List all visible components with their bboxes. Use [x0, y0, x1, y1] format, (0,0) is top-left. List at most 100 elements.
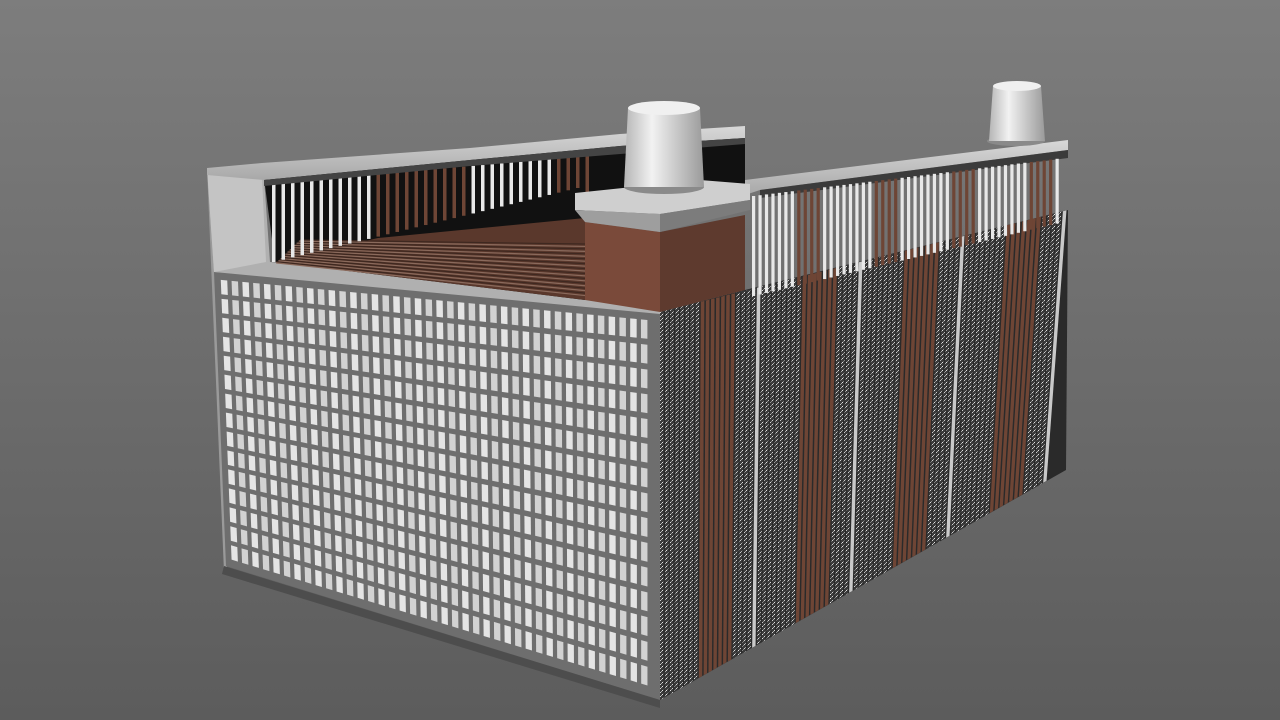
grid-cell — [512, 398, 520, 418]
grid-cell — [640, 393, 648, 414]
grid-cell — [438, 409, 445, 428]
grid-cell — [587, 481, 595, 502]
separator-fin — [462, 166, 466, 216]
grid-cell — [374, 441, 382, 459]
grid-cell — [351, 354, 359, 371]
grid-cell — [598, 435, 605, 456]
grid-cell — [407, 468, 414, 487]
grid-cell — [256, 379, 264, 396]
separator-fin — [547, 159, 551, 195]
grid-cell — [577, 527, 584, 548]
grid-cell — [226, 431, 234, 448]
grid-cell — [640, 344, 648, 364]
grid-cell — [555, 405, 562, 425]
grid-cell — [398, 573, 406, 592]
grid-cell — [286, 305, 293, 322]
grid-cell — [567, 619, 574, 640]
grid-cell — [535, 610, 543, 631]
grid-cell — [577, 575, 585, 595]
grid-cell — [500, 306, 508, 325]
top-fin — [777, 192, 782, 290]
grid-cell — [232, 299, 240, 316]
grid-cell — [491, 418, 499, 437]
grid-cell — [268, 420, 276, 437]
grid-cell — [503, 556, 511, 576]
grid-cell — [576, 408, 584, 428]
grid-cell — [417, 470, 425, 489]
grid-cell — [363, 418, 371, 436]
grid-cell — [269, 459, 277, 477]
grid-cell — [293, 543, 301, 561]
grid-cell — [630, 612, 637, 634]
top-fin — [816, 188, 820, 281]
separator-fin — [585, 155, 589, 196]
grid-cell — [228, 488, 236, 505]
grid-cell — [319, 349, 327, 367]
grid-cell — [329, 330, 337, 348]
grid-cell — [577, 622, 585, 643]
grid-cell — [619, 341, 626, 362]
grid-cell — [371, 294, 379, 311]
grid-cell — [468, 325, 476, 344]
grid-cell — [428, 473, 436, 491]
grid-cell — [471, 504, 478, 523]
separator-fin — [357, 175, 361, 242]
grid-cell — [565, 383, 573, 403]
grid-cell — [291, 484, 299, 501]
grid-cell — [270, 479, 278, 496]
grid-cell — [415, 362, 423, 381]
grid-cell — [239, 491, 247, 508]
grid-cell — [522, 308, 530, 327]
grid-cell — [318, 309, 326, 326]
grid-cell — [630, 441, 637, 461]
grid-cell — [587, 457, 595, 478]
grid-cell — [236, 414, 244, 431]
grid-cell — [309, 368, 317, 385]
grid-cell — [415, 341, 423, 359]
separator-fin — [376, 174, 380, 237]
grid-cell — [345, 537, 353, 556]
grid-cell — [288, 385, 296, 402]
grid-cell — [394, 359, 402, 378]
grid-cell — [260, 496, 268, 513]
grid-cell — [408, 533, 416, 551]
grid-cell — [428, 451, 435, 470]
grid-cell — [598, 411, 605, 432]
grid-cell — [246, 397, 254, 414]
grid-cell — [525, 584, 532, 605]
grid-cell — [491, 440, 499, 460]
grid-cell — [283, 560, 291, 578]
grid-cell — [229, 507, 237, 524]
grid-cell — [451, 587, 459, 607]
grid-cell — [630, 490, 637, 511]
grid-cell — [388, 570, 395, 589]
grid-cell — [336, 575, 343, 594]
grid-cell — [265, 323, 273, 339]
top-fin — [939, 173, 943, 252]
grid-cell — [503, 511, 510, 530]
grid-cell — [382, 295, 390, 312]
grid-cell — [372, 336, 380, 353]
grid-cell — [511, 307, 519, 326]
top-fin — [855, 183, 859, 272]
grid-cell — [267, 381, 275, 398]
grid-cell — [545, 543, 553, 564]
grid-cell — [426, 364, 434, 382]
grid-cell — [523, 423, 531, 443]
grid-cell — [491, 395, 498, 414]
grid-cell — [250, 512, 258, 530]
grid-cell — [619, 536, 627, 557]
grid-cell — [240, 529, 248, 546]
grid-cell — [567, 643, 574, 664]
grid-cell — [460, 457, 467, 476]
top-fin — [829, 186, 833, 278]
grid-cell — [233, 338, 241, 354]
grid-cell — [308, 328, 316, 345]
separator-fin — [433, 169, 437, 223]
grid-cell — [597, 315, 605, 335]
grid-cell — [587, 314, 594, 334]
grid-cell — [377, 546, 384, 564]
grid-cell — [630, 367, 637, 387]
top-fin — [919, 175, 924, 256]
grid-cell — [545, 450, 552, 470]
